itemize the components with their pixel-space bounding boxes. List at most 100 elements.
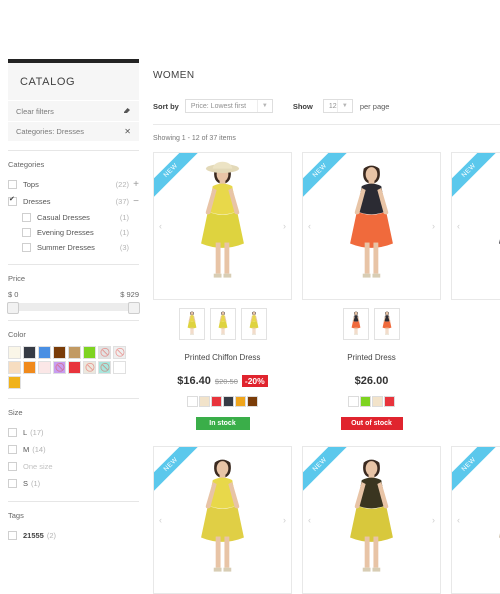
color-swatch[interactable] [68, 346, 81, 359]
color-swatch[interactable] [8, 346, 21, 359]
size-checkbox[interactable] [8, 445, 17, 454]
prev-image-arrow[interactable]: ‹ [457, 515, 460, 525]
color-swatch[interactable] [83, 346, 96, 359]
tag-item[interactable]: 21555 (2) [8, 527, 139, 544]
prev-image-arrow[interactable]: ‹ [457, 221, 460, 231]
product-image[interactable]: NEW‹› [451, 152, 500, 300]
prev-image-arrow[interactable]: ‹ [308, 221, 311, 231]
tag-checkbox[interactable] [8, 531, 17, 540]
color-swatch[interactable] [113, 361, 126, 374]
product-name[interactable]: Printed Chiffon Dress [153, 353, 292, 362]
sort-by-select[interactable]: Price: Lowest first ▼ [184, 99, 273, 113]
next-image-arrow[interactable]: › [283, 221, 286, 231]
category-item[interactable]: Casual Dresses (1) [8, 210, 139, 225]
product-color-option[interactable] [372, 396, 383, 407]
color-swatch[interactable] [23, 361, 36, 374]
product-color-option[interactable] [384, 396, 395, 407]
product-grid-row-2: NEW‹›NEW‹›NEW‹› [153, 446, 500, 594]
results-count: Showing 1 - 12 of 37 items [153, 135, 236, 142]
listing-controls: Sort by Price: Lowest first ▼ Show 12 ▼ … [153, 99, 500, 113]
color-swatch[interactable] [38, 346, 51, 359]
color-swatch[interactable] [8, 361, 21, 374]
product-color-option[interactable] [360, 396, 371, 407]
product-card[interactable]: NEW‹› [451, 152, 500, 430]
category-checkbox[interactable] [8, 180, 17, 189]
size-checkbox[interactable] [8, 479, 17, 488]
size-checkbox[interactable] [8, 462, 17, 471]
product-thumbnail[interactable] [240, 308, 267, 340]
category-checkbox[interactable] [22, 213, 31, 222]
prev-image-arrow[interactable]: ‹ [159, 515, 162, 525]
category-checkbox[interactable] [8, 195, 17, 206]
product-card[interactable]: NEW ‹ › Printed Dress $26.00 Out of stock [302, 152, 441, 430]
product-image[interactable]: NEW‹› [302, 446, 441, 594]
product-image[interactable]: NEW‹› [451, 446, 500, 594]
clear-filters-button[interactable]: Clear filters [8, 100, 139, 121]
color-swatch[interactable] [23, 346, 36, 359]
color-swatch[interactable] [8, 376, 21, 389]
prev-image-arrow[interactable]: ‹ [308, 515, 311, 525]
product-color-option[interactable] [247, 396, 258, 407]
price-slider-handle-max[interactable] [128, 302, 140, 314]
product-card[interactable]: NEW‹› [153, 446, 292, 594]
tag-count: (2) [46, 531, 57, 540]
product-image[interactable]: NEW‹› [302, 152, 441, 300]
category-item[interactable]: Dresses (37)− [8, 193, 139, 210]
color-swatch [53, 361, 66, 374]
price-range-values: $ 0 $ 929 [8, 290, 139, 299]
price-slider-handle-min[interactable] [7, 302, 19, 314]
tags-title: Tags [8, 511, 24, 520]
product-grid-row-1: NEW ‹ › Printed Chiffon Dress $16.40 $20.50 -2… [153, 152, 500, 430]
product-color-option[interactable] [187, 396, 198, 407]
next-image-arrow[interactable]: › [283, 515, 286, 525]
tag-label: 21555 [23, 531, 44, 540]
close-icon[interactable]: ✕ [124, 127, 131, 136]
category-checkbox[interactable] [22, 243, 31, 252]
product-thumbnail[interactable] [178, 308, 205, 340]
color-swatch[interactable] [53, 346, 66, 359]
next-image-arrow[interactable]: › [432, 221, 435, 231]
clear-filters-label: Clear filters [16, 106, 54, 116]
active-filter-categories[interactable]: Categories: Dresses ✕ [8, 121, 139, 141]
product-thumbnail[interactable] [374, 308, 400, 340]
next-image-arrow[interactable]: › [432, 515, 435, 525]
color-swatch-list [8, 346, 139, 389]
size-item[interactable]: S (1) [8, 475, 139, 492]
category-item[interactable]: Tops (22) + [8, 176, 139, 193]
price-slider[interactable] [7, 302, 140, 314]
product-color-option[interactable] [348, 396, 359, 407]
size-label: S [23, 479, 29, 488]
category-item[interactable]: Summer Dresses (3) [8, 240, 139, 255]
size-item[interactable]: L (17) [8, 424, 139, 441]
product-image[interactable]: NEW‹› [153, 446, 292, 594]
product-card[interactable]: NEW ‹ › Printed Chiffon Dress $16.40 $20.50 -2… [153, 152, 292, 430]
product-price: $26.00 [354, 375, 389, 387]
product-price: $16.40 [177, 375, 211, 387]
product-color-option[interactable] [199, 396, 210, 407]
product-card[interactable]: NEW‹› [302, 446, 441, 594]
divider [8, 150, 139, 151]
product-color-option[interactable] [211, 396, 222, 407]
category-item[interactable]: Evening Dresses (1) [8, 225, 139, 240]
catalog-title: CATALOG [8, 63, 139, 100]
prev-image-arrow[interactable]: ‹ [159, 221, 162, 231]
price-title: Price [8, 274, 26, 283]
product-name[interactable]: Printed Dress [302, 353, 441, 362]
product-card[interactable]: NEW‹› [451, 446, 500, 594]
product-thumbnail[interactable] [343, 308, 369, 340]
color-swatch[interactable] [68, 361, 81, 374]
product-color-option[interactable] [235, 396, 246, 407]
product-color-option[interactable] [223, 396, 234, 407]
color-swatch[interactable] [38, 361, 51, 374]
product-thumbnail[interactable] [209, 308, 236, 340]
category-expand-toggle[interactable]: + [129, 179, 139, 190]
size-item[interactable]: M (14) [8, 441, 139, 458]
show-per-page-select[interactable]: 12 ▼ [322, 99, 353, 113]
divider [8, 264, 139, 265]
category-checkbox[interactable] [22, 228, 31, 237]
size-title: Size [8, 408, 23, 417]
category-expand-toggle[interactable]: − [129, 196, 139, 207]
product-image[interactable]: NEW‹› [153, 152, 292, 300]
size-checkbox[interactable] [8, 428, 17, 437]
size-item[interactable]: One size [8, 458, 139, 475]
